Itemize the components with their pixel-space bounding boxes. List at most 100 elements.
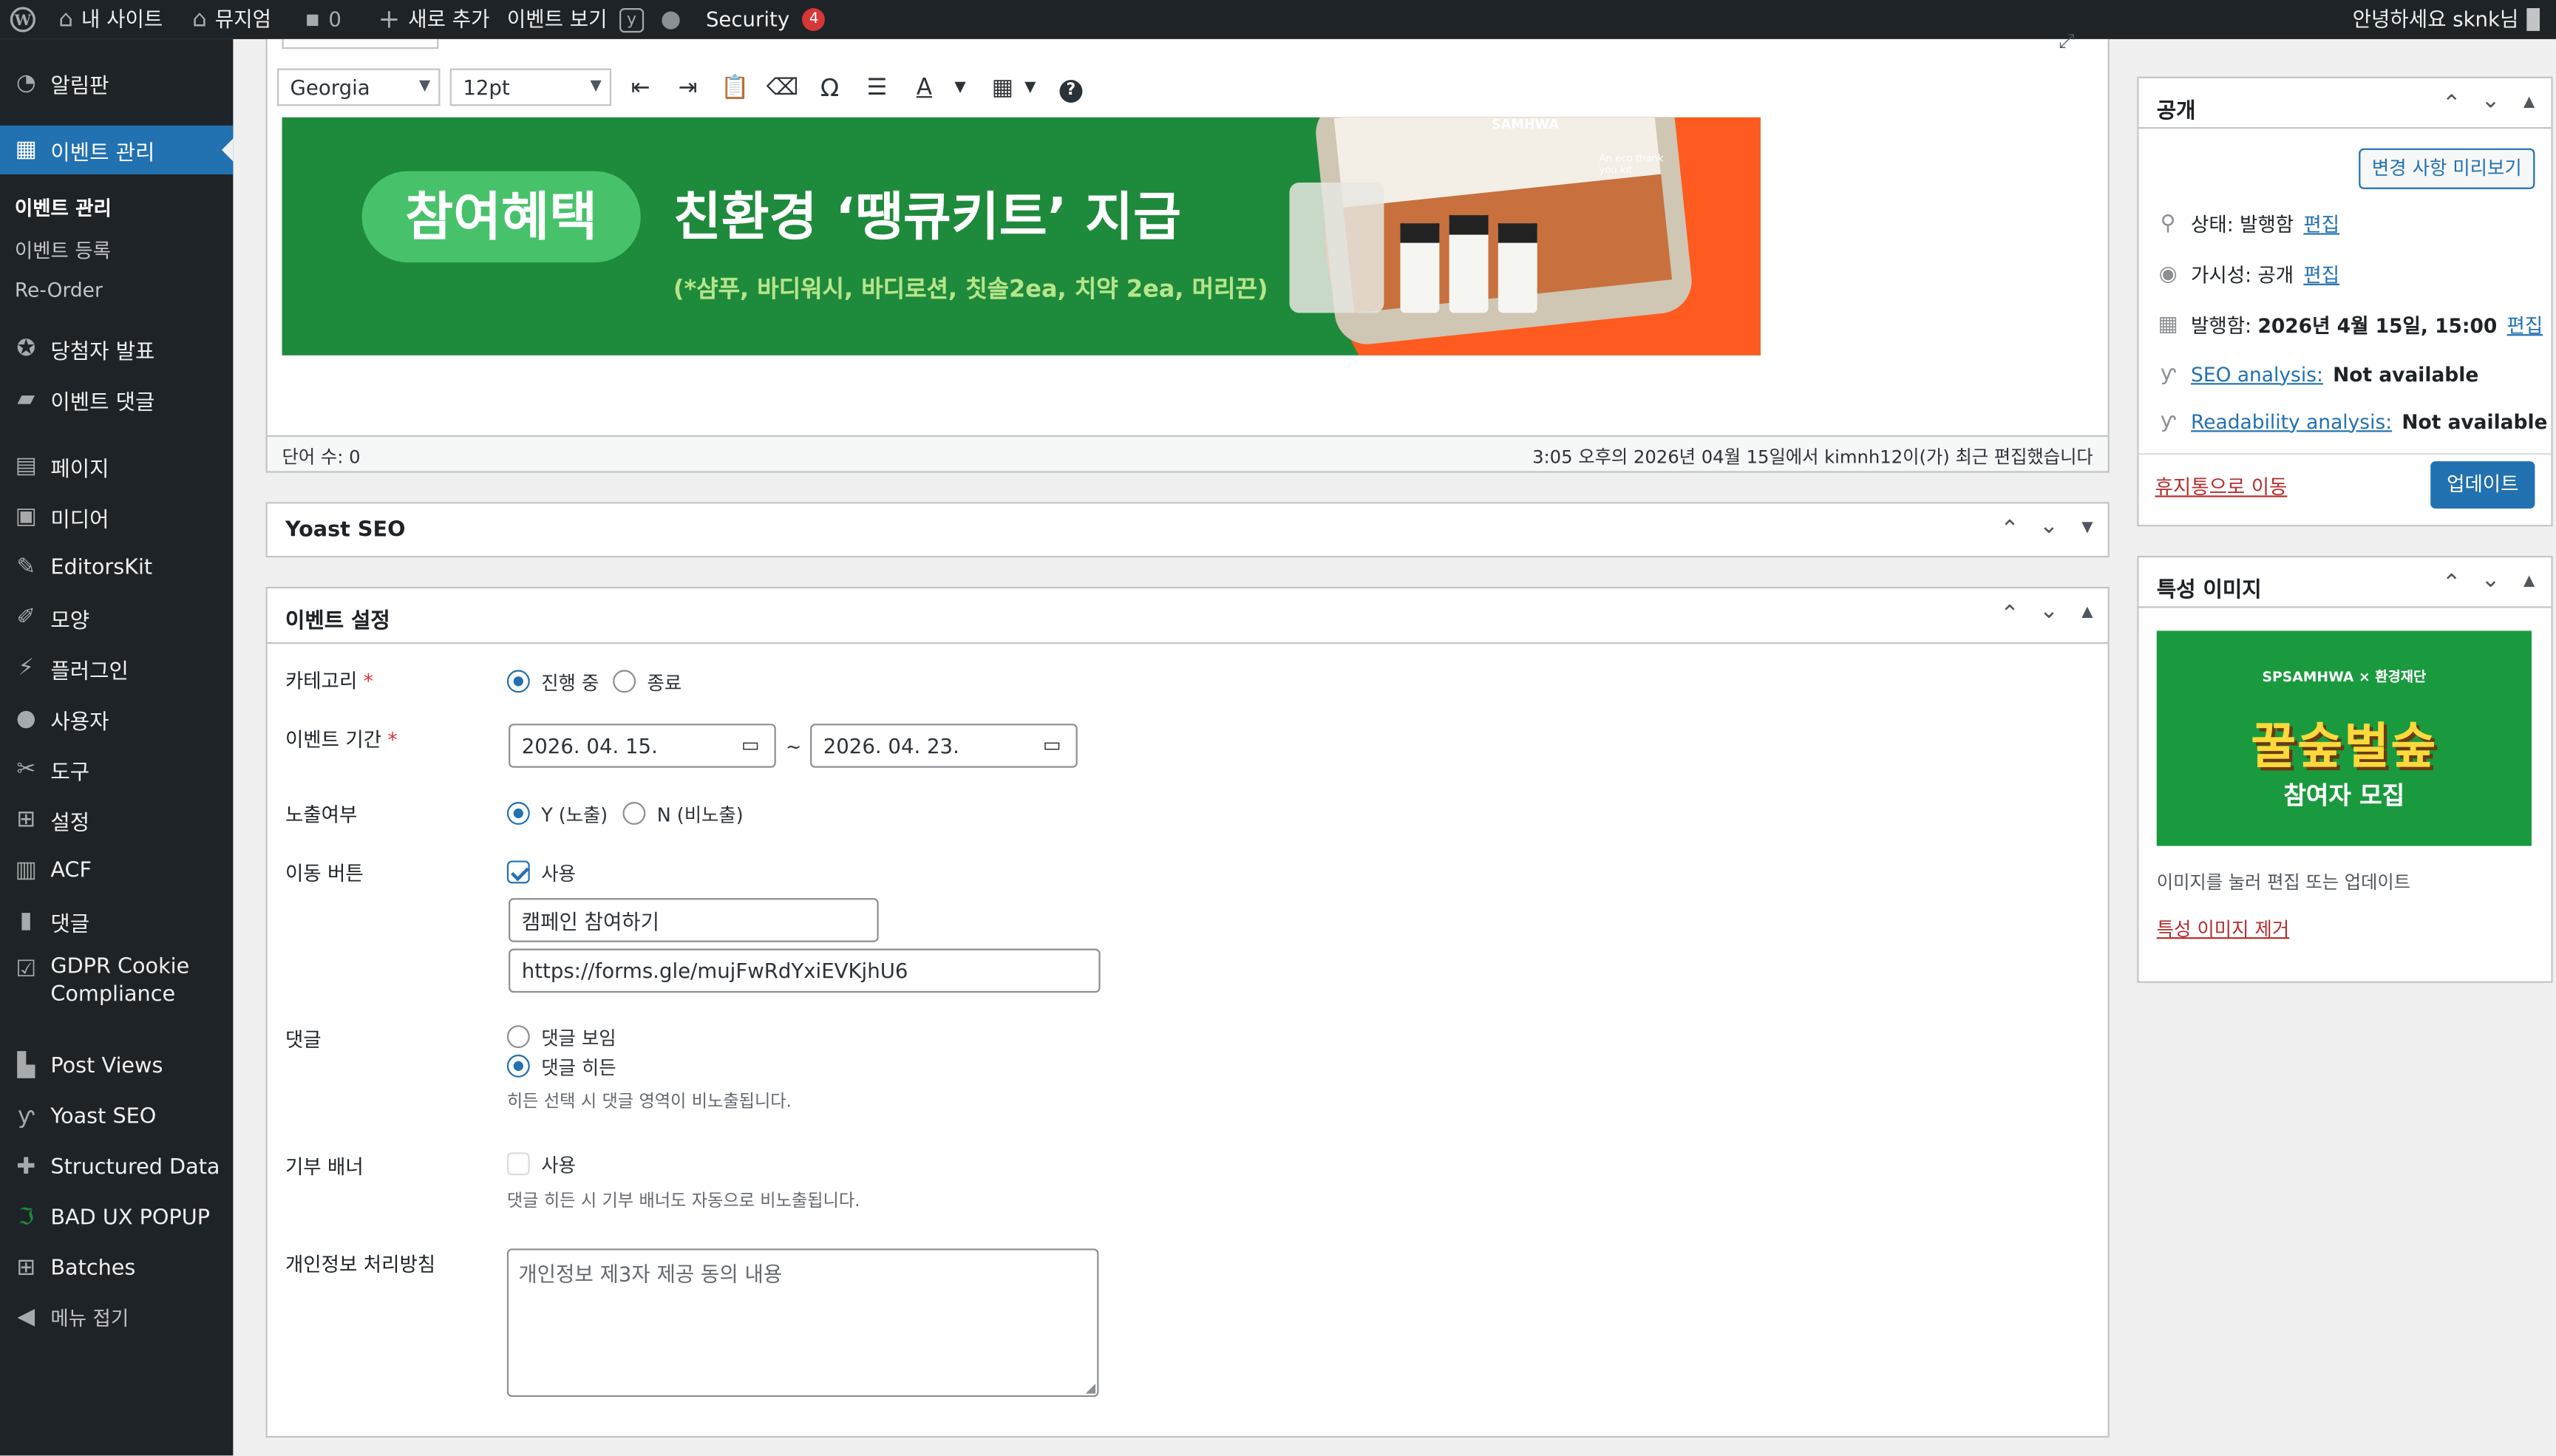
menu-plugins[interactable]: ⚡ 플러그인 [0,650,233,687]
font-size-select[interactable]: 12pt ▼ [449,68,612,106]
menu-gdpr[interactable]: ☑ GDPR Cookie Compliance [0,953,233,1012]
move-down-icon[interactable]: ⌄ [2481,567,2501,593]
yoast-box-title[interactable]: Yoast SEO [285,518,406,542]
submenu-reorder[interactable]: Re-Order [0,279,233,302]
toggle-panel-icon[interactable]: ▲ [2523,574,2535,590]
yoast-bar-icon[interactable]: y [619,0,645,39]
horizontal-line-icon[interactable]: ☰ [860,72,893,104]
category-ended-label[interactable]: 종료 [648,670,682,695]
text-color-icon[interactable]: A [908,72,940,104]
move-down-icon[interactable]: ⌄ [2039,514,2059,540]
menu-bad-ux-popup[interactable]: ℑ BAD UX POPUP [0,1200,233,1236]
menu-structured-data[interactable]: ✚ Structured Data [0,1149,233,1185]
exposure-yes-radio[interactable] [506,802,530,825]
submenu-event-register[interactable]: 이벤트 등록 [0,237,233,264]
move-up-icon[interactable]: ⌃ [2442,92,2461,118]
end-date-input[interactable]: 2026. 04. 23. ▭ [810,724,1078,768]
move-button-use-label[interactable]: 사용 [541,860,576,886]
event-banner-image[interactable]: 참여혜택 친환경 ‘땡큐키트’ 지급 (*샴푸, 바디워시, 바디로션, 칫솔2… [282,117,1761,356]
menu-yoast[interactable]: ƴ Yoast SEO [0,1098,233,1134]
exposure-yes-label[interactable]: Y (노출) [541,802,608,828]
event-settings-title[interactable]: 이벤트 설정 [285,603,390,634]
category-ended-radio[interactable] [613,670,636,693]
exposure-no-label[interactable]: N (비노출) [657,802,744,828]
submenu-event-manage[interactable]: 이벤트 관리 [0,194,233,221]
move-up-icon[interactable]: ⌃ [2000,517,2019,542]
menu-collapse[interactable]: ◀ 메뉴 접기 [0,1299,233,1336]
menu-settings[interactable]: ⊞ 설정 [0,802,233,838]
start-date-input[interactable]: 2026. 04. 15. ▭ [509,724,776,768]
acf-icon: ▥ [15,857,37,884]
outdent-icon[interactable]: ⇤ [625,72,657,104]
move-button-url-input[interactable]: https://forms.gle/mujFwRdYxiEVKjhU6 [509,948,1101,993]
featured-image-thumbnail[interactable]: SPSAMHWA × 환경재단 꿀숲벌숲 참여자 모집 [2156,630,2532,846]
menu-appearance[interactable]: ✐ 모양 [0,600,233,636]
move-down-icon[interactable]: ⌄ [2039,598,2059,624]
category-ongoing-radio[interactable] [506,670,530,693]
chevron-down-icon[interactable]: ▼ [1014,72,1047,104]
calendar-icon[interactable]: ▭ [741,733,760,756]
menu-event-manage[interactable]: ▦ 이벤트 관리 [0,125,234,174]
exposure-label: 노출여부 [285,803,358,827]
paste-text-icon[interactable]: 📋 [719,72,752,104]
seo-analysis-link[interactable]: SEO analysis: [2191,363,2323,386]
privacy-textarea[interactable]: 개인정보 제3자 제공 동의 내용 ◢ [506,1248,1099,1398]
wordpress-logo-icon[interactable]: W [10,0,35,39]
donate-banner-checkbox[interactable] [506,1152,530,1176]
chevron-down-icon[interactable]: ▼ [944,72,976,104]
menu-post-views[interactable]: ▙ Post Views [0,1048,233,1084]
featured-image-title[interactable]: 특성 이미지 [2157,572,2262,603]
menu-dashboard[interactable]: ◔ 알림판 [0,64,233,103]
donate-banner-use-label[interactable]: 사용 [541,1152,576,1178]
menu-acf[interactable]: ▥ ACF [0,852,233,888]
menu-users[interactable]: ● 사용자 [0,701,233,737]
museum-link[interactable]: ⌂ 뮤지엄 [192,0,271,39]
comments-link[interactable]: ▪ 0 [305,0,341,39]
toggle-panel-icon[interactable]: ▲ [2523,95,2535,111]
edit-status-link[interactable]: 편집 [2303,210,2339,237]
menu-comments[interactable]: ▮ 댓글 [0,903,233,939]
site-name-link[interactable]: ⌂ 내 사이트 [58,0,163,39]
preview-changes-button[interactable]: 변경 사항 미리보기 [2359,148,2535,189]
comment-show-radio[interactable] [506,1025,530,1049]
move-button-text-input[interactable]: 캠페인 참여하기 [509,898,879,942]
resize-handle-icon[interactable]: ◢ [1085,1381,1095,1395]
comment-hide-radio[interactable] [506,1054,530,1078]
special-char-icon[interactable]: Ω [813,72,846,104]
edit-date-link[interactable]: 편집 [2507,311,2543,339]
exposure-no-radio[interactable] [622,802,646,825]
readability-analysis-link[interactable]: Readability analysis: [2191,410,2392,433]
move-up-icon[interactable]: ⌃ [2442,571,2461,596]
format-select-partial[interactable] [282,38,439,50]
comment-show-label[interactable]: 댓글 보임 [541,1025,616,1051]
menu-pages[interactable]: ▤ 페이지 [0,448,233,484]
new-content-link[interactable]: + 새로 추가 [378,0,490,39]
move-up-icon[interactable]: ⌃ [2000,602,2019,627]
font-family-select[interactable]: Georgia ▼ [276,68,441,106]
move-down-icon[interactable]: ⌄ [2481,88,2501,114]
security-menu[interactable]: Security 4 [706,0,826,39]
publish-title[interactable]: 공개 [2157,93,2196,124]
indent-icon[interactable]: ⇥ [672,72,704,104]
menu-media[interactable]: ▣ 미디어 [0,499,233,535]
edit-visibility-link[interactable]: 편집 [2303,261,2339,288]
move-button-checkbox[interactable] [506,860,530,884]
menu-winners[interactable]: ✪ 당첨자 발표 [0,331,233,367]
toggle-panel-icon[interactable]: ▼ [2081,520,2093,537]
view-event-link[interactable]: 이벤트 보기 [507,0,608,39]
menu-event-comments[interactable]: ▰ 이벤트 댓글 [0,381,233,418]
update-button[interactable]: 업데이트 [2430,461,2535,509]
fullscreen-icon[interactable]: ⤢ [2059,30,2074,54]
move-to-trash-link[interactable]: 휴지통으로 이동 [2155,473,2288,500]
toggle-panel-icon[interactable]: ▲ [2081,605,2093,621]
help-icon[interactable]: ? [1055,72,1087,104]
remove-featured-image-link[interactable]: 특성 이미지 제거 [2157,916,2289,942]
calendar-icon[interactable]: ▭ [1043,733,1061,756]
menu-tools[interactable]: ✂ 도구 [0,752,233,788]
comment-hide-label[interactable]: 댓글 히든 [541,1055,616,1081]
menu-editorskit[interactable]: ✎ EditorsKit [0,549,233,585]
my-account-menu[interactable]: 안녕하세요 sknk님 [2353,0,2540,39]
menu-batches[interactable]: ⊞ Batches [0,1251,233,1287]
clear-format-icon[interactable]: ⌫ [767,72,799,104]
category-ongoing-label[interactable]: 진행 중 [541,670,599,695]
